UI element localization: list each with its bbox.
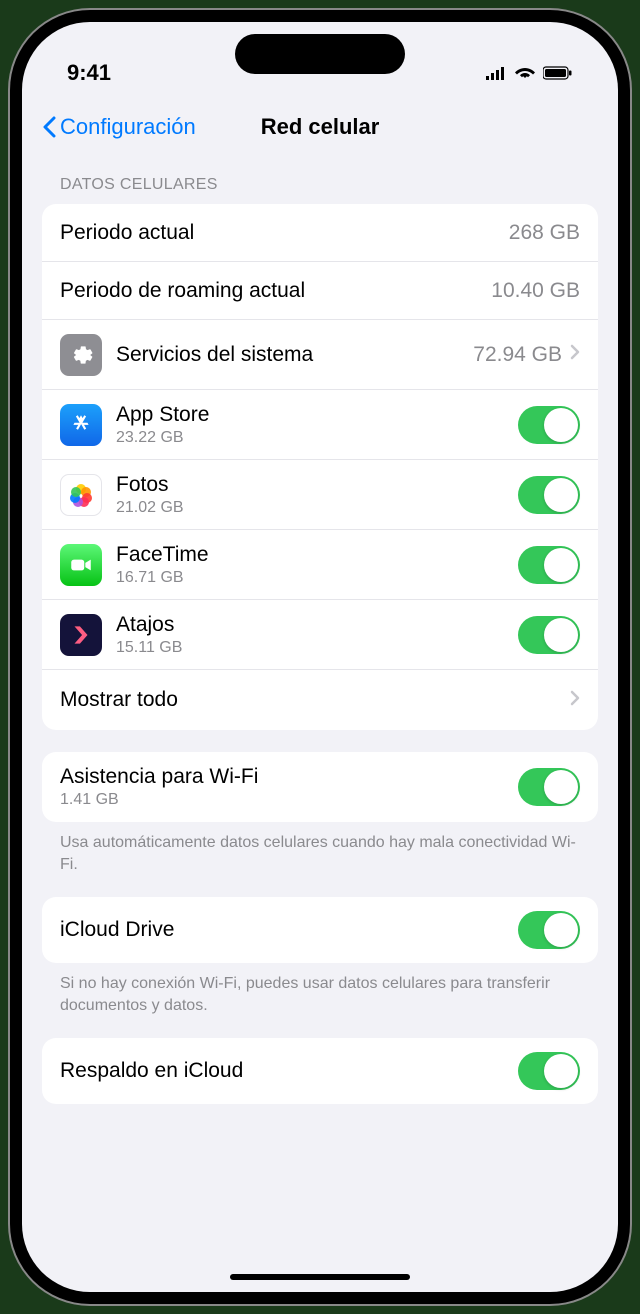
facetime-toggle[interactable] [518,546,580,584]
app-name: FaceTime [116,543,518,567]
chevron-right-icon [570,344,580,365]
app-usage: 16.71 GB [116,569,518,587]
wifi-assist-usage: 1.41 GB [60,791,518,809]
status-time: 9:41 [67,60,111,86]
icloud-drive-row[interactable]: iCloud Drive [42,897,598,963]
app-name: Atajos [116,613,518,637]
system-services-value: 72.94 GB [473,343,562,367]
wifi-assist-card: Asistencia para Wi-Fi 1.41 GB [42,752,598,822]
wifi-assist-label: Asistencia para Wi-Fi [60,765,518,789]
cellular-data-card: Periodo actual 268 GB Periodo de roaming… [42,204,598,730]
screen: 9:41 Configuración Red celular DATOS CEL… [22,22,618,1292]
roaming-period-label: Periodo de roaming actual [60,279,479,303]
wifi-icon [515,66,535,80]
status-icons [485,66,573,80]
icloud-backup-toggle[interactable] [518,1052,580,1090]
app-row-facetime[interactable]: FaceTime 16.71 GB [42,530,598,600]
current-period-row[interactable]: Periodo actual 268 GB [42,204,598,262]
chevron-right-icon [570,690,580,711]
app-usage: 15.11 GB [116,639,518,657]
app-store-toggle[interactable] [518,406,580,444]
chevron-left-icon [42,116,56,138]
icloud-drive-toggle[interactable] [518,911,580,949]
app-row-app-store[interactable]: App Store 23.22 GB [42,390,598,460]
photos-toggle[interactable] [518,476,580,514]
icloud-drive-footer: Si no hay conexión Wi-Fi, puedes usar da… [42,963,598,1038]
current-period-value: 268 GB [509,221,580,245]
back-label: Configuración [60,114,196,140]
wifi-assist-toggle[interactable] [518,768,580,806]
home-indicator[interactable] [230,1274,410,1280]
gear-icon [60,334,102,376]
wifi-assist-footer: Usa automáticamente datos celulares cuan… [42,822,598,897]
photos-icon [60,474,102,516]
app-name: Fotos [116,473,518,497]
facetime-icon [60,544,102,586]
phone-frame: 9:41 Configuración Red celular DATOS CEL… [10,10,630,1304]
system-services-row[interactable]: Servicios del sistema 72.94 GB [42,320,598,390]
show-all-label: Mostrar todo [60,688,562,712]
app-usage: 23.22 GB [116,429,518,447]
system-services-label: Servicios del sistema [116,343,473,367]
icloud-backup-card: Respaldo en iCloud [42,1038,598,1104]
app-store-icon [60,404,102,446]
app-row-shortcuts[interactable]: Atajos 15.11 GB [42,600,598,670]
icloud-backup-label: Respaldo en iCloud [60,1059,506,1083]
roaming-period-value: 10.40 GB [491,279,580,303]
battery-icon [543,66,573,80]
cellular-icon [485,66,507,80]
roaming-period-row[interactable]: Periodo de roaming actual 10.40 GB [42,262,598,320]
wifi-assist-row[interactable]: Asistencia para Wi-Fi 1.41 GB [42,752,598,822]
icloud-drive-card: iCloud Drive [42,897,598,963]
notch [235,34,405,74]
section-header-cellular-data: DATOS CELULARES [42,154,598,204]
icloud-drive-label: iCloud Drive [60,918,506,942]
app-name: App Store [116,403,518,427]
nav-title: Red celular [261,114,380,140]
shortcuts-toggle[interactable] [518,616,580,654]
back-button[interactable]: Configuración [42,114,196,140]
shortcuts-icon [60,614,102,656]
app-row-photos[interactable]: Fotos 21.02 GB [42,460,598,530]
app-usage: 21.02 GB [116,499,518,517]
content: DATOS CELULARES Periodo actual 268 GB Pe… [22,154,618,1264]
show-all-row[interactable]: Mostrar todo [42,670,598,730]
nav-bar: Configuración Red celular [22,102,618,154]
current-period-label: Periodo actual [60,221,497,245]
icloud-backup-row[interactable]: Respaldo en iCloud [42,1038,598,1104]
